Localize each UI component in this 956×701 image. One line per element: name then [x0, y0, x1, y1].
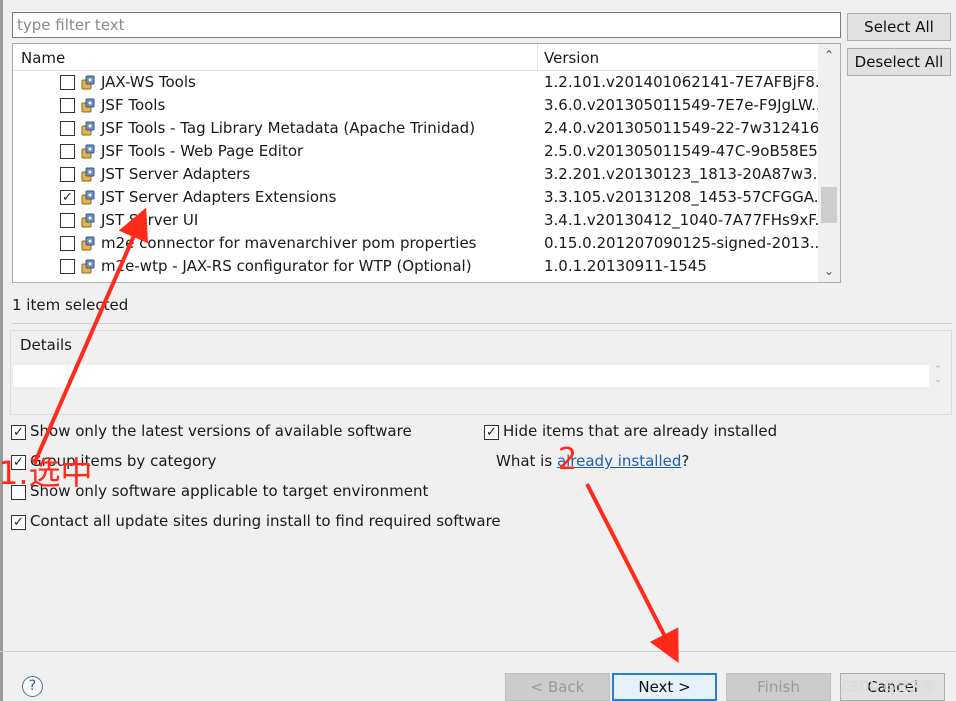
annotation-label-2: 2	[558, 442, 578, 477]
annotation-overlay	[33, 207, 679, 664]
annotation-arrow-1	[33, 207, 149, 463]
annotation-arrow-2	[585, 483, 679, 664]
annotation-label-1: 1.选中	[0, 454, 93, 492]
